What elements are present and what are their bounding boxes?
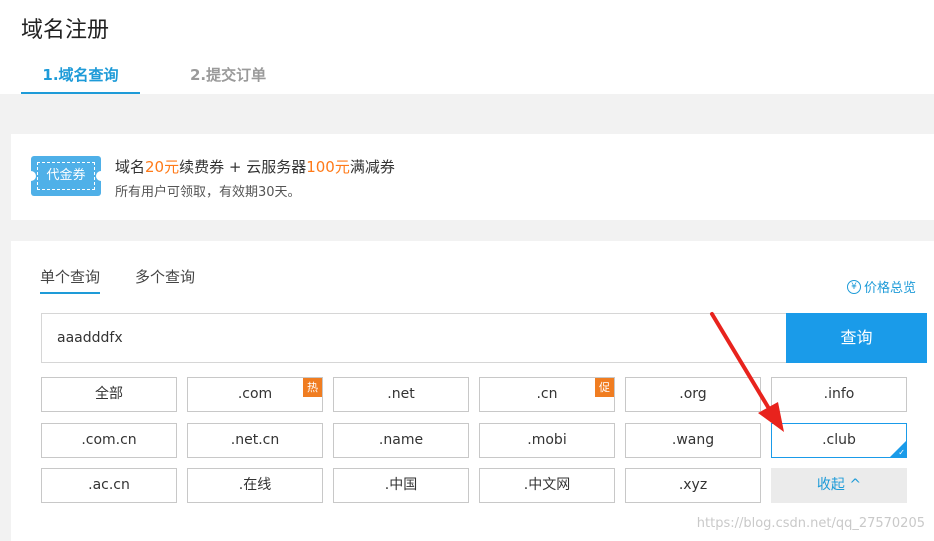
promo-prefix: 域名 — [115, 158, 146, 176]
search-panel: 单个查询 多个查询 ¥ 价格总览 aaadddfx 查询 全部 .com 热 .… — [11, 241, 934, 541]
promo-headline: 域名20元续费券 + 云服务器100元满减券 — [115, 156, 395, 177]
page-title: 域名注册 — [21, 18, 110, 43]
step-submit-order[interactable]: 2.提交订单 — [190, 64, 266, 94]
promo-subtext: 所有用户可领取，有效期30天。 — [115, 185, 301, 200]
voucher-icon: 代金券 — [26, 156, 106, 196]
tld-label: .com — [237, 386, 273, 402]
tld-label: .club — [822, 432, 856, 448]
header: 域名注册 1.域名查询 2.提交订单 — [0, 0, 934, 94]
tab-multi-query[interactable]: 多个查询 — [135, 266, 195, 294]
tld-xyz[interactable]: .xyz — [625, 468, 761, 503]
tld-zhongwenwang[interactable]: .中文网 — [479, 468, 615, 503]
price-overview-label: 价格总览 — [863, 281, 916, 296]
promo-suffix: 满减券 — [349, 158, 395, 176]
check-icon: ✓ — [898, 448, 905, 457]
tld-label: .cn — [536, 386, 558, 402]
tld-all[interactable]: 全部 — [41, 377, 177, 412]
tld-zaixian[interactable]: .在线 — [187, 468, 323, 503]
tld-mobi[interactable]: .mobi — [479, 423, 615, 458]
tld-cn[interactable]: .cn 促 — [479, 377, 615, 412]
tld-club[interactable]: .club ✓ — [771, 423, 907, 458]
tld-com[interactable]: .com 热 — [187, 377, 323, 412]
tld-net[interactable]: .net — [333, 377, 469, 412]
promo-tag: 促 — [595, 378, 614, 397]
tld-org[interactable]: .org — [625, 377, 761, 412]
voucher-label: 代金券 — [37, 162, 95, 190]
promo-amount-1: 20元 — [145, 158, 180, 176]
tld-ac-cn[interactable]: .ac.cn — [41, 468, 177, 503]
watermark: https://blog.csdn.net/qq_27570205 — [696, 516, 925, 531]
promo-mid: 续费券 + 云服务器 — [179, 158, 307, 176]
tld-net-cn[interactable]: .net.cn — [187, 423, 323, 458]
tld-wang[interactable]: .wang — [625, 423, 761, 458]
tld-info[interactable]: .info — [771, 377, 907, 412]
domain-search-input[interactable]: aaadddfx — [41, 313, 787, 363]
collapse-button[interactable]: 收起 ^ — [771, 468, 907, 503]
tld-name[interactable]: .name — [333, 423, 469, 458]
tld-com-cn[interactable]: .com.cn — [41, 423, 177, 458]
promo-banner: 代金券 域名20元续费券 + 云服务器100元满减券 所有用户可领取，有效期30… — [11, 134, 934, 220]
tld-zhongguo[interactable]: .中国 — [333, 468, 469, 503]
hot-tag: 热 — [303, 378, 322, 397]
yuan-icon: ¥ — [846, 279, 861, 294]
promo-amount-2: 100元 — [306, 158, 350, 176]
search-button[interactable]: 查询 — [786, 313, 927, 363]
step-domain-query[interactable]: 1.域名查询 — [21, 64, 140, 94]
tab-single-query[interactable]: 单个查询 — [40, 266, 101, 294]
price-overview-link[interactable]: ¥ 价格总览 — [846, 277, 916, 296]
